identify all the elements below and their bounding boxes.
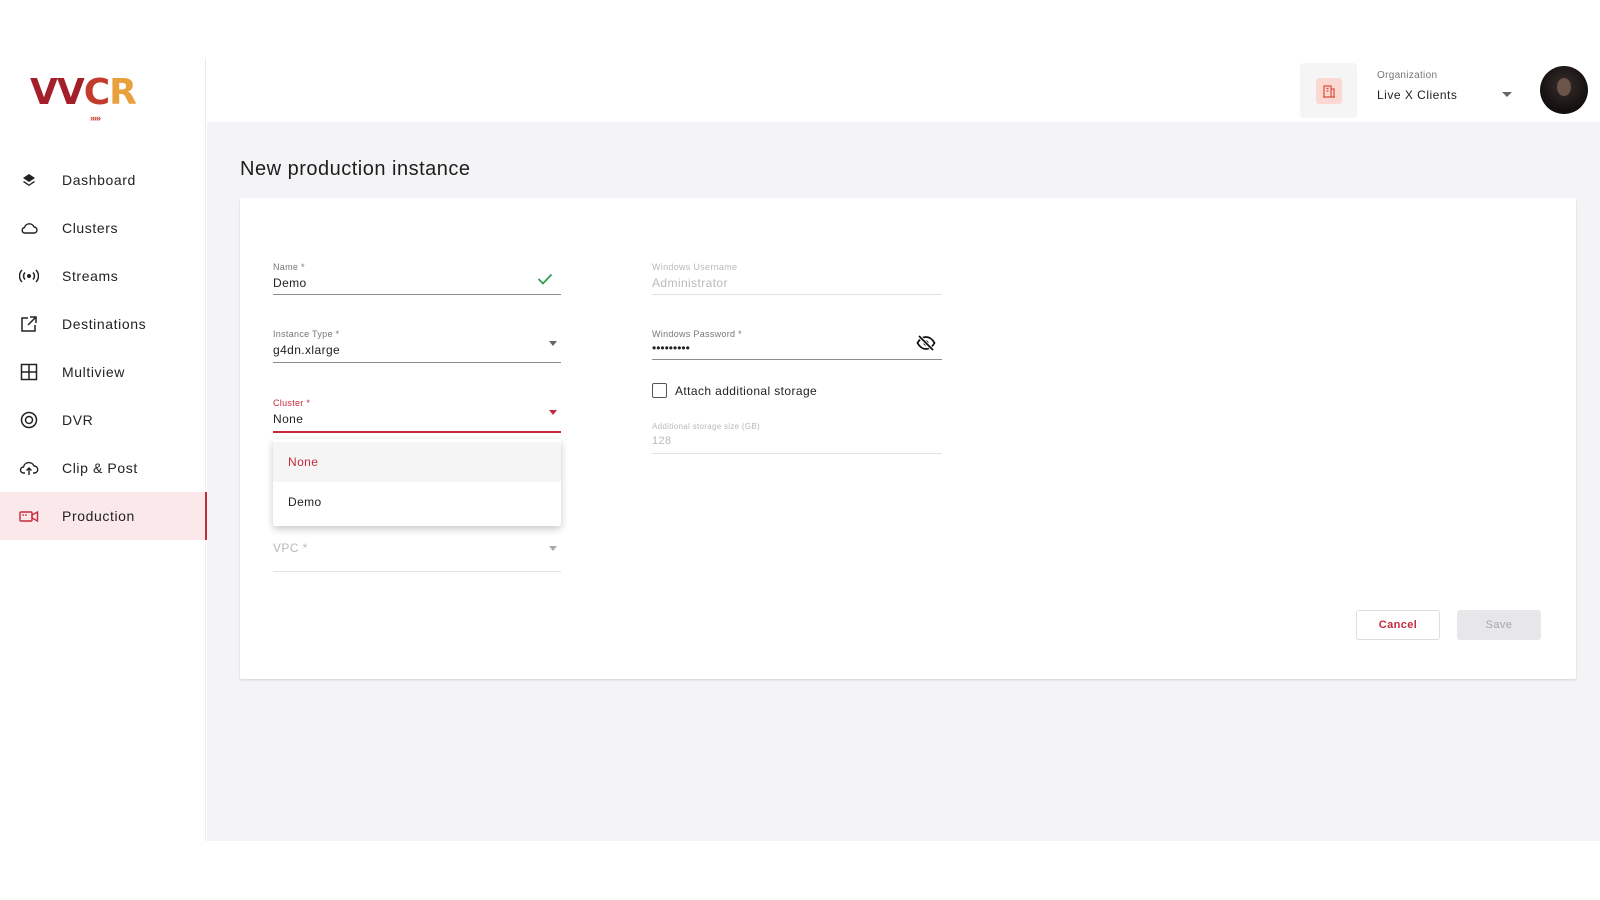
windows-username-underline <box>652 294 942 295</box>
building-icon <box>1315 77 1342 104</box>
sidebar-item-label: Streams <box>62 268 119 284</box>
chevron-down-icon <box>549 410 557 415</box>
avatar-face <box>1557 78 1571 96</box>
sidebar-item-dvr[interactable]: DVR <box>0 396 206 444</box>
sidebar-item-label: DVR <box>62 412 94 428</box>
layers-icon <box>18 169 40 191</box>
logo-text: VVCR <box>30 72 137 113</box>
eye-off-icon[interactable] <box>916 334 936 356</box>
vpc-select[interactable]: VPC * <box>273 538 561 572</box>
sidebar: VVCR ››››› Dashboard Clusters Streams De… <box>0 58 207 841</box>
sidebar-item-streams[interactable]: Streams <box>0 252 206 300</box>
sidebar-item-clusters[interactable]: Clusters <box>0 204 206 252</box>
sidebar-item-multiview[interactable]: Multiview <box>0 348 206 396</box>
cluster-dropdown-menu: None Demo <box>273 439 561 526</box>
cluster-option-demo[interactable]: Demo <box>273 482 561 522</box>
chevron-down-icon <box>549 546 557 551</box>
cancel-button[interactable]: Cancel <box>1356 610 1440 640</box>
grid-icon <box>18 361 40 383</box>
sidebar-item-dashboard[interactable]: Dashboard <box>0 156 206 204</box>
storage-size-underline <box>652 453 942 454</box>
sidebar-item-label: Clusters <box>62 220 119 236</box>
sidebar-item-label: Destinations <box>62 316 147 332</box>
page-title: New production instance <box>240 158 471 180</box>
storage-size-field: Additional storage size (GB) 128 <box>652 422 942 454</box>
external-link-icon <box>18 313 40 335</box>
storage-size-label: Additional storage size (GB) <box>652 422 761 431</box>
sidebar-item-production[interactable]: Production <box>0 492 207 540</box>
broadcast-icon <box>18 265 40 287</box>
sidebar-item-label: Production <box>62 508 135 524</box>
windows-username-field: Windows Username Administrator <box>652 262 942 295</box>
top-header: Organization Live X Clients <box>207 58 1600 122</box>
cluster-underline <box>273 431 561 433</box>
check-icon <box>537 272 553 290</box>
instance-type-value: g4dn.xlarge <box>273 343 341 357</box>
name-underline <box>273 294 561 295</box>
sidebar-item-destinations[interactable]: Destinations <box>0 300 206 348</box>
logo-arrows: ››››› <box>90 113 101 123</box>
instance-type-select[interactable]: Instance Type * g4dn.xlarge <box>273 329 561 363</box>
cluster-select[interactable]: Cluster * None <box>273 398 561 433</box>
windows-password-underline <box>652 359 942 360</box>
attach-storage-checkbox[interactable]: Attach additional storage <box>652 383 817 398</box>
checkbox-box[interactable] <box>652 383 667 398</box>
windows-username-value: Administrator <box>652 276 728 290</box>
cluster-label: Cluster * <box>273 398 311 408</box>
form-card: Name * Demo Instance Type * g4dn.xlarge … <box>240 198 1576 679</box>
windows-username-label: Windows Username <box>652 262 738 272</box>
sidebar-nav: Dashboard Clusters Streams Destinations … <box>0 156 207 540</box>
name-label: Name * <box>273 262 305 272</box>
windows-password-label: Windows Password * <box>652 329 742 339</box>
name-value: Demo <box>273 276 307 290</box>
video-camera-icon <box>18 505 40 527</box>
cloud-upload-icon <box>18 457 40 479</box>
instance-type-label: Instance Type * <box>273 329 340 339</box>
vpc-underline <box>273 571 561 572</box>
organization-select[interactable]: Live X Clients <box>1377 88 1457 102</box>
windows-password-value: ••••••••• <box>652 341 690 355</box>
name-field[interactable]: Name * Demo <box>273 262 561 295</box>
instance-type-underline <box>273 362 561 363</box>
cluster-value: None <box>273 412 304 426</box>
sidebar-item-label: Dashboard <box>62 172 136 188</box>
attach-storage-label: Attach additional storage <box>675 383 818 398</box>
record-icon <box>18 409 40 431</box>
avatar[interactable] <box>1540 66 1588 114</box>
windows-password-field[interactable]: Windows Password * ••••••••• <box>652 329 942 360</box>
sidebar-item-clip-post[interactable]: Clip & Post <box>0 444 206 492</box>
vpc-label: VPC * <box>273 541 308 555</box>
vvcr-logo[interactable]: VVCR ››››› <box>30 72 137 124</box>
save-button[interactable]: Save <box>1457 610 1541 640</box>
main-content: New production instance Name * Demo Inst… <box>207 122 1600 841</box>
storage-size-value: 128 <box>652 435 672 447</box>
sidebar-item-label: Clip & Post <box>62 460 138 476</box>
chevron-down-icon[interactable] <box>1502 92 1512 97</box>
sidebar-item-label: Multiview <box>62 364 125 380</box>
organization-button[interactable] <box>1300 63 1357 118</box>
cluster-option-none[interactable]: None <box>273 442 561 482</box>
chevron-down-icon <box>549 341 557 346</box>
organization-label: Organization <box>1377 70 1438 81</box>
cloud-icon <box>18 217 40 239</box>
